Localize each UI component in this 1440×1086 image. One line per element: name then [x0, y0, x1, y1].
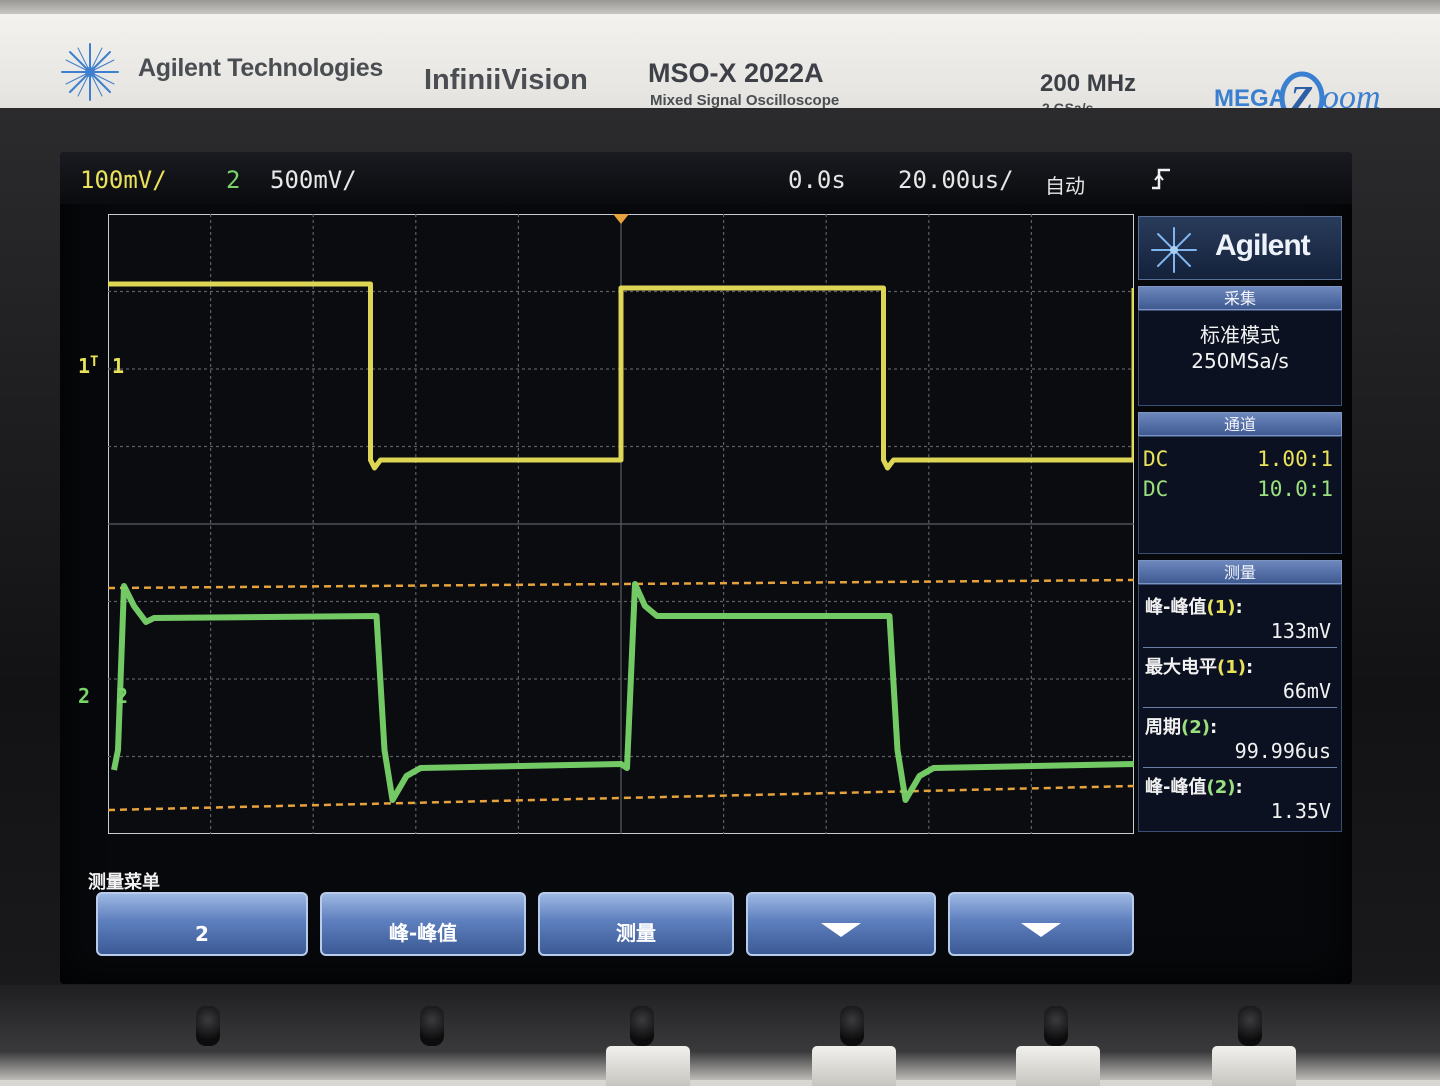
softkey-add-measurement[interactable]: 测量: [538, 892, 734, 956]
measurement-channel: (1): [1217, 657, 1246, 678]
softkey-4-physical-button[interactable]: [840, 1006, 864, 1046]
acquire-mode: 标准模式: [1200, 323, 1280, 347]
measurement-value: 99.996us: [1234, 739, 1331, 763]
measurement-label: 峰-峰值(1):: [1145, 593, 1243, 619]
agilent-wordmark: Agilent: [1215, 229, 1311, 262]
ch1-ground-marker[interactable]: 1T: [78, 354, 98, 378]
softkey-5-physical-button[interactable]: [1044, 1006, 1068, 1046]
measurement-channel: (2): [1181, 717, 1210, 738]
measurement-value: 133mV: [1270, 619, 1331, 643]
measurement-name: 峰-峰值: [1145, 597, 1207, 618]
agilent-spark-icon: [1151, 227, 1197, 273]
softkey-more-2[interactable]: [948, 892, 1134, 956]
trigger-level-marker: T: [90, 354, 99, 370]
model-description: Mixed Signal Oscilloscope: [650, 92, 840, 109]
horizontal-delay-readout[interactable]: 0.0s: [788, 166, 846, 194]
softkey-1-physical-button[interactable]: [196, 1006, 220, 1046]
acquire-section: 标准模式 250MSa/s: [1138, 310, 1342, 406]
rising-edge-icon: [1150, 166, 1172, 198]
measurement-colon: :: [1235, 597, 1243, 618]
acquire-rate: 250MSa/s: [1191, 349, 1289, 373]
softkey-2-physical-button[interactable]: [420, 1006, 444, 1046]
measure-section-header: 测量: [1138, 560, 1342, 584]
measurement-value: 1.35V: [1270, 799, 1331, 823]
brand-name: Agilent Technologies: [138, 54, 383, 82]
ch2-ground-marker[interactable]: 2: [78, 684, 90, 708]
graticule-svg: [108, 214, 1134, 834]
ch1-ground-number: 1: [78, 354, 91, 378]
measurement-colon: :: [1235, 777, 1243, 798]
measurement-divider: [1143, 647, 1337, 648]
front-panel-button[interactable]: [1212, 1046, 1296, 1086]
ch2-number: 2: [226, 166, 241, 194]
measurement-name: 最大电平: [1145, 657, 1217, 678]
model-name: MSO-X 2022A: [648, 58, 824, 88]
waveform-graticule[interactable]: 1T 1 2 2: [78, 214, 1134, 834]
bandwidth-label: 200 MHz: [1040, 70, 1137, 97]
front-panel-button[interactable]: [606, 1046, 690, 1086]
channel-section: DC 1.00:1 DC 10.0:1: [1138, 436, 1342, 554]
front-panel-button[interactable]: [1016, 1046, 1100, 1086]
measurement-value: 66mV: [1282, 679, 1331, 703]
ch1-channel-label: 1: [112, 354, 125, 378]
menu-title: 测量菜单: [88, 872, 160, 893]
measurement-label: 周期(2):: [1145, 713, 1217, 739]
channel-section-header: 通道: [1138, 412, 1342, 436]
measurement-divider: [1143, 707, 1337, 708]
bezel-top-strip: [0, 0, 1440, 14]
ch1-probe-ratio: 1.00:1: [1257, 447, 1333, 471]
acquire-section-header: 采集: [1138, 286, 1342, 310]
measurement-label: 峰-峰值(2):: [1145, 773, 1243, 799]
front-panel-button[interactable]: [812, 1046, 896, 1086]
ch2-channel-label: 2: [116, 684, 129, 708]
arrow-down-icon: [819, 920, 863, 944]
ch2-probe-ratio: 10.0:1: [1257, 477, 1333, 501]
series-name: InfiniiVision: [424, 64, 588, 96]
ch2-coupling: DC: [1143, 477, 1169, 501]
measurement-colon: :: [1209, 717, 1218, 738]
measurement-channel: (1): [1206, 597, 1236, 618]
ch1-scale-readout[interactable]: 100mV/: [80, 166, 167, 194]
softkey-label: 峰-峰值: [388, 921, 458, 945]
softkey-label: 2: [195, 922, 209, 946]
arrow-down-icon: [1019, 920, 1063, 944]
timebase-readout[interactable]: 20.00us/: [898, 166, 1014, 194]
measurement-colon: :: [1245, 657, 1254, 678]
ch1-coupling: DC: [1143, 447, 1169, 471]
status-bar: 100mV/ 2 500mV/ 0.0s 20.00us/ 自动: [60, 152, 1352, 204]
softkey-type[interactable]: 峰-峰值: [320, 892, 526, 956]
ch2-scale-readout[interactable]: 500mV/: [270, 166, 357, 194]
agilent-logo-box: Agilent: [1138, 216, 1342, 280]
info-panel: Agilent 采集 标准模式 250MSa/s 通道 DC 1.00:1 DC…: [1138, 216, 1342, 832]
trigger-mode-readout[interactable]: 自动: [1045, 170, 1085, 199]
measurement-label: 最大电平(1):: [1145, 653, 1253, 679]
softkey-6-physical-button[interactable]: [1238, 1006, 1262, 1046]
softkey-3-physical-button[interactable]: [630, 1006, 654, 1046]
measurement-channel: (2): [1206, 777, 1236, 798]
measurement-name: 周期: [1145, 717, 1181, 738]
softkey-label: 测量: [616, 921, 656, 945]
agilent-spark-logo-icon: [61, 43, 119, 101]
softkey-source[interactable]: 2: [96, 892, 308, 956]
softkey-more-1[interactable]: [746, 892, 936, 956]
measurement-divider: [1143, 767, 1337, 768]
measurement-name: 峰-峰值: [1145, 777, 1207, 798]
measure-section: 峰-峰值(1): 133mV 最大电平(1): 66mV 周期(2): 99.9…: [1138, 584, 1342, 832]
oscilloscope-display: 100mV/ 2 500mV/ 0.0s 20.00us/ 自动 1T 1 2 …: [60, 152, 1352, 984]
